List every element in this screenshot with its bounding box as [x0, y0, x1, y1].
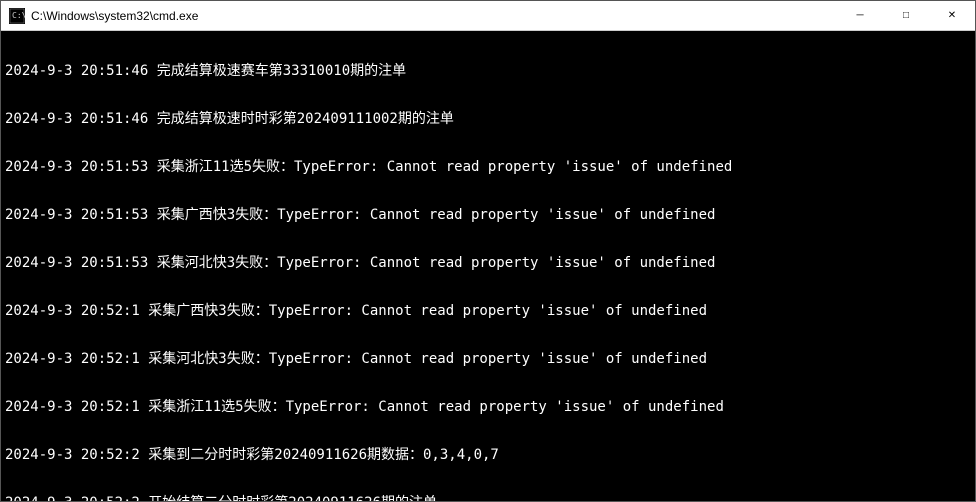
log-line: 2024-9-3 20:52:1 采集广西快3失败：TypeError: Can…	[5, 303, 971, 319]
terminal-output[interactable]: 2024-9-3 20:51:46 完成结算极速赛车第33310010期的注单 …	[1, 31, 975, 501]
log-line: 2024-9-3 20:51:46 完成结算极速时时彩第202409111002…	[5, 111, 971, 127]
cmd-icon: C:\	[9, 8, 25, 24]
log-line: 2024-9-3 20:52:2 采集到二分时时彩第20240911626期数据…	[5, 447, 971, 463]
log-line: 2024-9-3 20:51:53 采集浙江11选5失败：TypeError: …	[5, 159, 971, 175]
log-line: 2024-9-3 20:52:1 采集浙江11选5失败：TypeError: C…	[5, 399, 971, 415]
titlebar[interactable]: C:\ C:\Windows\system32\cmd.exe ─ □ ✕	[1, 1, 975, 31]
log-line: 2024-9-3 20:51:53 采集广西快3失败：TypeError: Ca…	[5, 207, 971, 223]
log-line: 2024-9-3 20:52:1 采集河北快3失败：TypeError: Can…	[5, 351, 971, 367]
close-button[interactable]: ✕	[929, 1, 975, 30]
log-line: 2024-9-3 20:51:53 采集河北快3失败：TypeError: Ca…	[5, 255, 971, 271]
log-line: 2024-9-3 20:51:46 完成结算极速赛车第33310010期的注单	[5, 63, 971, 79]
maximize-button[interactable]: □	[883, 1, 929, 30]
minimize-button[interactable]: ─	[837, 1, 883, 30]
window-title: C:\Windows\system32\cmd.exe	[31, 9, 837, 23]
cmd-window: C:\ C:\Windows\system32\cmd.exe ─ □ ✕ 20…	[0, 0, 976, 502]
log-line: 2024-9-3 20:52:2 开始结算二分时时彩第20240911626期的…	[5, 495, 971, 501]
svg-text:C:\: C:\	[12, 11, 25, 20]
window-controls: ─ □ ✕	[837, 1, 975, 30]
